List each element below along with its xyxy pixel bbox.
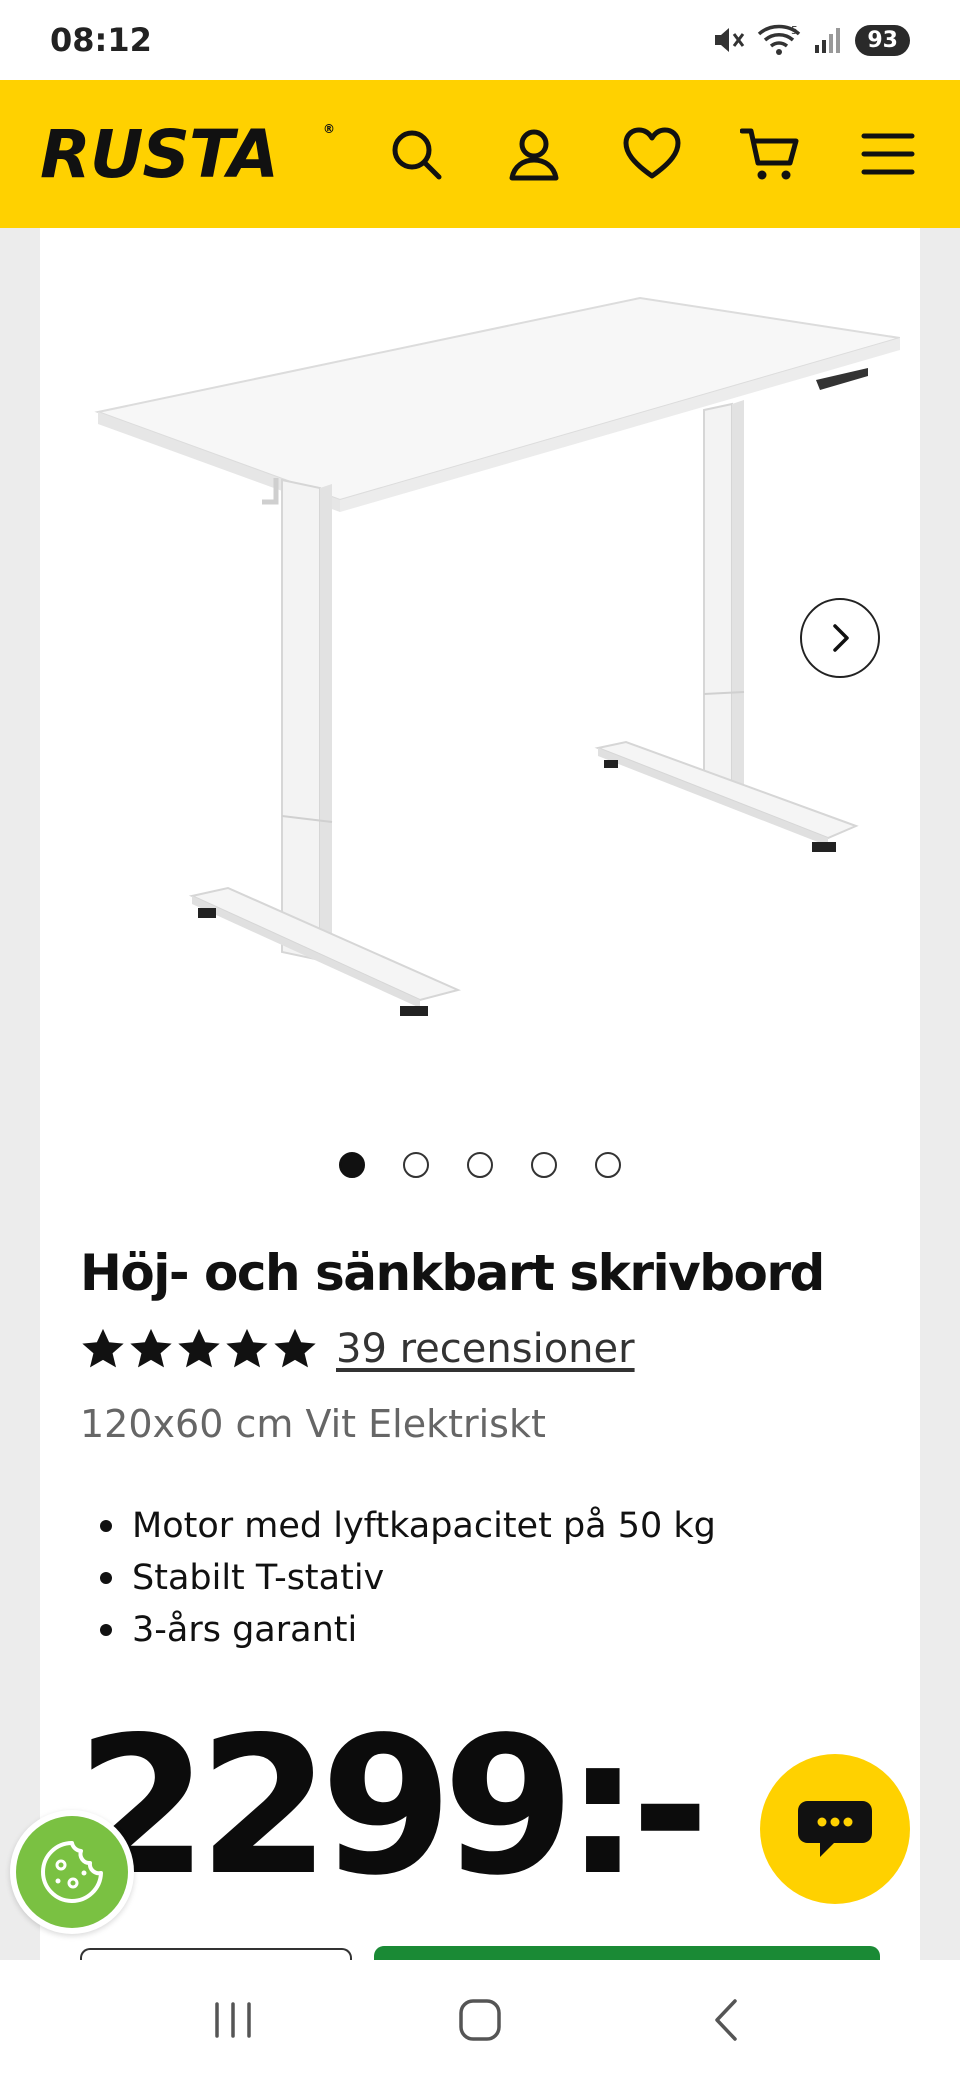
- signal-icon: [813, 25, 843, 55]
- mute-icon: [711, 25, 745, 55]
- carousel-dot-2[interactable]: [403, 1152, 429, 1178]
- carousel-dots: [40, 1152, 920, 1178]
- home-icon[interactable]: [435, 1975, 525, 2065]
- star-icon: [226, 1328, 268, 1368]
- menu-icon[interactable]: [856, 122, 920, 186]
- heart-icon[interactable]: [620, 122, 684, 186]
- product-card: Höj- och sänkbart skrivbord 39 recension…: [40, 228, 920, 1960]
- carousel-dot-5[interactable]: [595, 1152, 621, 1178]
- system-nav-bar: [0, 1960, 960, 2080]
- status-bar: 08:12 5 93: [0, 0, 960, 80]
- list-item: 3-års garanti: [100, 1604, 716, 1656]
- carousel-next-button[interactable]: [800, 598, 880, 678]
- feature-text: 3-års garanti: [132, 1610, 358, 1650]
- account-icon[interactable]: [502, 122, 566, 186]
- chat-button[interactable]: [760, 1754, 910, 1904]
- carousel-dot-1[interactable]: [339, 1152, 365, 1178]
- bullet-icon: [100, 1520, 112, 1532]
- list-item: Stabilt T-stativ: [100, 1552, 716, 1604]
- star-icon: [82, 1328, 124, 1368]
- carousel-dot-3[interactable]: [467, 1152, 493, 1178]
- cart-icon[interactable]: [738, 122, 802, 186]
- logo-registered-mark: ®: [323, 121, 335, 136]
- battery-icon: 93: [855, 24, 910, 56]
- status-icons: 5 93: [711, 24, 910, 56]
- rating-row: 39 recensioner: [80, 1326, 635, 1372]
- feature-text: Motor med lyftkapacitet på 50 kg: [132, 1506, 716, 1546]
- svg-text:5: 5: [791, 24, 798, 37]
- bullet-icon: [100, 1624, 112, 1636]
- cookie-icon: [41, 1841, 103, 1903]
- feature-list: Motor med lyftkapacitet på 50 kg Stabilt…: [100, 1500, 716, 1656]
- rusta-logo[interactable]: RUSTA ®: [40, 115, 335, 193]
- star-icon: [178, 1328, 220, 1368]
- list-item: Motor med lyftkapacitet på 50 kg: [100, 1500, 716, 1552]
- search-icon[interactable]: [384, 122, 448, 186]
- bullet-icon: [100, 1572, 112, 1584]
- site-header: RUSTA ®: [0, 80, 960, 228]
- star-icon: [274, 1328, 316, 1368]
- logo-text: RUSTA: [40, 115, 279, 193]
- star-icon: [130, 1328, 172, 1368]
- carousel-dot-4[interactable]: [531, 1152, 557, 1178]
- status-time: 08:12: [50, 21, 152, 59]
- back-icon[interactable]: [682, 1975, 772, 2065]
- wifi-icon: 5: [757, 24, 801, 56]
- cookie-badge: [16, 1816, 128, 1928]
- product-price: 2299:-: [76, 1696, 710, 1917]
- star-rating: [80, 1327, 318, 1371]
- chevron-right-icon: [833, 624, 849, 652]
- reviews-link[interactable]: 39 recensioner: [336, 1326, 635, 1372]
- product-variant: 120x60 cm Vit Elektriskt: [80, 1402, 546, 1446]
- product-title: Höj- och sänkbart skrivbord: [80, 1244, 825, 1302]
- chat-bubble-icon: [798, 1801, 872, 1857]
- recent-apps-icon[interactable]: [188, 1975, 278, 2065]
- feature-text: Stabilt T-stativ: [132, 1558, 385, 1598]
- header-actions: [384, 122, 920, 186]
- standing-desk-image[interactable]: [80, 248, 901, 1068]
- cookie-settings-button[interactable]: [10, 1810, 134, 1934]
